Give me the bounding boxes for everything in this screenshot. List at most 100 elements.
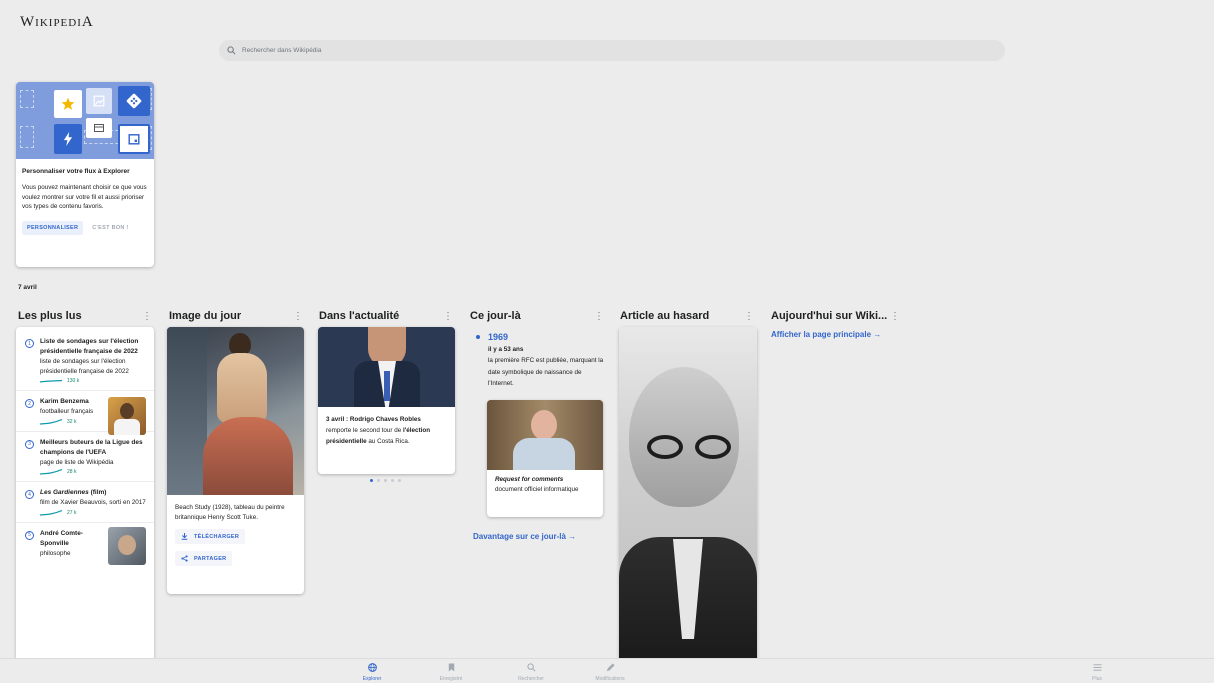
nav-more[interactable]: Plus <box>1067 663 1127 682</box>
news-text: 3 avril : Rodrigo Chaves Robles remporte… <box>326 414 447 447</box>
promo-body: Vous pouvez maintenant choisir ce que vo… <box>22 184 147 210</box>
customize-feed-card: Personnaliser votre flux à Explorer Vous… <box>16 82 154 267</box>
article-thumbnail <box>108 526 146 565</box>
otd-article-card[interactable]: Request for comments document officiel i… <box>487 400 603 517</box>
promo-title: Personnaliser votre flux à Explorer <box>22 168 130 175</box>
article-title: Meilleurs buteurs de la Ligue des champi… <box>40 438 143 456</box>
menu-icon <box>1092 664 1102 671</box>
feed-date: 7 avril <box>18 284 37 291</box>
list-item[interactable]: 2 Karim Benzema footballeur français 32 … <box>16 391 154 435</box>
otd-years-ago: il y a 53 ans <box>488 346 524 353</box>
news-link-person[interactable]: Rodrigo Chaves Robles <box>350 416 421 423</box>
logo-first-letter: W <box>20 14 36 30</box>
pencil-icon <box>606 663 615 672</box>
article-title: Liste de sondages sur l'élection préside… <box>40 338 139 355</box>
customize-button[interactable]: PERSONNALISER <box>22 220 84 235</box>
random-article-image <box>619 327 757 667</box>
trend-sparkline <box>40 469 62 475</box>
otd-article-title: Request for comments <box>495 476 564 483</box>
download-button[interactable]: TÉLÉCHARGER <box>175 529 246 544</box>
wikipedia-logo: WIKIPEDIA <box>20 14 94 31</box>
search-icon <box>526 663 535 672</box>
more-menu-icon[interactable]: ⋮ <box>142 311 152 322</box>
search-icon <box>227 46 236 55</box>
list-item[interactable]: 4 Les Gardiennes (film) film de Xavier B… <box>16 482 154 523</box>
article-title-italic: Les Gardiennes <box>40 489 89 496</box>
article-title-rest: (film) <box>88 489 107 496</box>
article-description: film de Xavier Beauvois, sorti en 2017 <box>40 499 146 506</box>
lightning-icon <box>54 124 82 154</box>
article-description: footballeur français <box>40 408 94 415</box>
nav-search[interactable]: Rechercher <box>501 663 561 682</box>
share-icon <box>181 555 188 562</box>
carousel-dots[interactable] <box>370 479 401 482</box>
in-the-news-card[interactable]: 3 avril : Rodrigo Chaves Robles remporte… <box>318 327 455 474</box>
otd-article-image <box>487 400 603 470</box>
potd-header: Image du jour ⋮ <box>169 310 303 322</box>
news-text-part: remporte le second tour de <box>326 427 404 434</box>
share-label: PARTAGER <box>194 555 227 562</box>
picture-of-the-day-image[interactable] <box>167 327 304 495</box>
otd-title: Ce jour-là <box>470 310 521 322</box>
rank-badge: 1 <box>25 339 34 348</box>
share-button[interactable]: PARTAGER <box>175 551 233 566</box>
search-input[interactable]: Rechercher dans Wikipédia <box>219 40 1005 61</box>
rank-badge: 3 <box>25 439 34 449</box>
nav-search-label: Rechercher <box>518 676 544 682</box>
list-item[interactable]: 1 Liste de sondages sur l'élection prési… <box>16 331 154 391</box>
random-article-card[interactable] <box>619 327 757 667</box>
news-text-part: au Costa Rica. <box>366 438 410 445</box>
main-page-link[interactable]: Afficher la page principale → <box>771 330 881 339</box>
nav-explore[interactable]: Explorer <box>342 663 402 682</box>
customize-feed-illustration <box>16 82 154 159</box>
view-count: 28 k <box>67 469 77 475</box>
potd-title: Image du jour <box>169 310 242 322</box>
trend-sparkline <box>40 379 62 383</box>
nav-saved-label: Enregistré <box>439 676 463 682</box>
more-menu-icon[interactable]: ⋮ <box>890 311 900 322</box>
otd-description: la première RFC est publiée, marquant la… <box>488 357 604 387</box>
article-title: Les Gardiennes (film) <box>40 488 148 498</box>
view-count: 130 k <box>67 378 80 384</box>
list-item[interactable]: 3 Meilleurs buteurs de la Ligue des cham… <box>16 432 154 482</box>
more-on-this-day-link[interactable]: Davantage sur ce jour-là → <box>473 532 576 541</box>
more-menu-icon[interactable]: ⋮ <box>594 311 604 322</box>
search-placeholder: Rechercher dans Wikipédia <box>242 47 322 54</box>
news-title: Dans l'actualité <box>319 310 400 322</box>
picture-of-the-day-card[interactable]: Beach Study (1928), tableau du peintre b… <box>167 327 304 594</box>
news-header: Dans l'actualité ⋮ <box>319 310 453 322</box>
article-thumbnail <box>108 397 146 435</box>
article-title: Karim Benzema <box>40 398 89 405</box>
most-read-title: Les plus lus <box>18 310 82 322</box>
more-menu-icon[interactable]: ⋮ <box>744 311 754 322</box>
today-header: Aujourd'hui sur Wiki... ⋮ <box>771 310 905 322</box>
nav-edits[interactable]: Modifications <box>580 663 640 682</box>
otd-year[interactable]: 1969 <box>472 332 607 342</box>
otd-article-description: document officiel informatique <box>495 486 579 493</box>
article-title: André Comte-Sponville <box>40 529 83 547</box>
news-image <box>318 327 455 407</box>
nav-explore-label: Explorer <box>362 676 382 682</box>
dismiss-button[interactable]: C'EST BON ! <box>87 221 133 235</box>
nav-saved[interactable]: Enregistré <box>421 663 481 682</box>
news-date: 3 avril : <box>326 416 350 423</box>
most-read-header: Les plus lus ⋮ <box>18 310 152 322</box>
article-description: liste de sondages sur l'élection préside… <box>40 358 129 375</box>
calendar-icon <box>118 124 150 154</box>
star-icon <box>54 90 82 118</box>
trend-sparkline <box>40 509 62 516</box>
bottom-navigation: Explorer Enregistré Rechercher Modificat… <box>0 658 1214 683</box>
on-this-day-entry: 1969 il y a 53 ans la première RFC est p… <box>472 332 607 390</box>
list-item[interactable]: 5 André Comte-Sponville philosophe <box>16 523 154 565</box>
random-title: Article au hasard <box>620 310 710 322</box>
logo-middle: IKIPEDI <box>35 17 82 29</box>
bookmark-icon <box>448 663 454 672</box>
rank-badge: 5 <box>25 530 34 540</box>
nav-more-label: Plus <box>1092 676 1102 682</box>
more-menu-icon[interactable]: ⋮ <box>443 311 453 322</box>
more-menu-icon[interactable]: ⋮ <box>293 311 303 322</box>
rank-badge: 2 <box>25 399 34 408</box>
picture-caption: Beach Study (1928), tableau du peintre b… <box>175 504 285 521</box>
most-read-card: 1 Liste de sondages sur l'élection prési… <box>16 327 154 667</box>
today-title: Aujourd'hui sur Wiki... <box>771 310 888 322</box>
